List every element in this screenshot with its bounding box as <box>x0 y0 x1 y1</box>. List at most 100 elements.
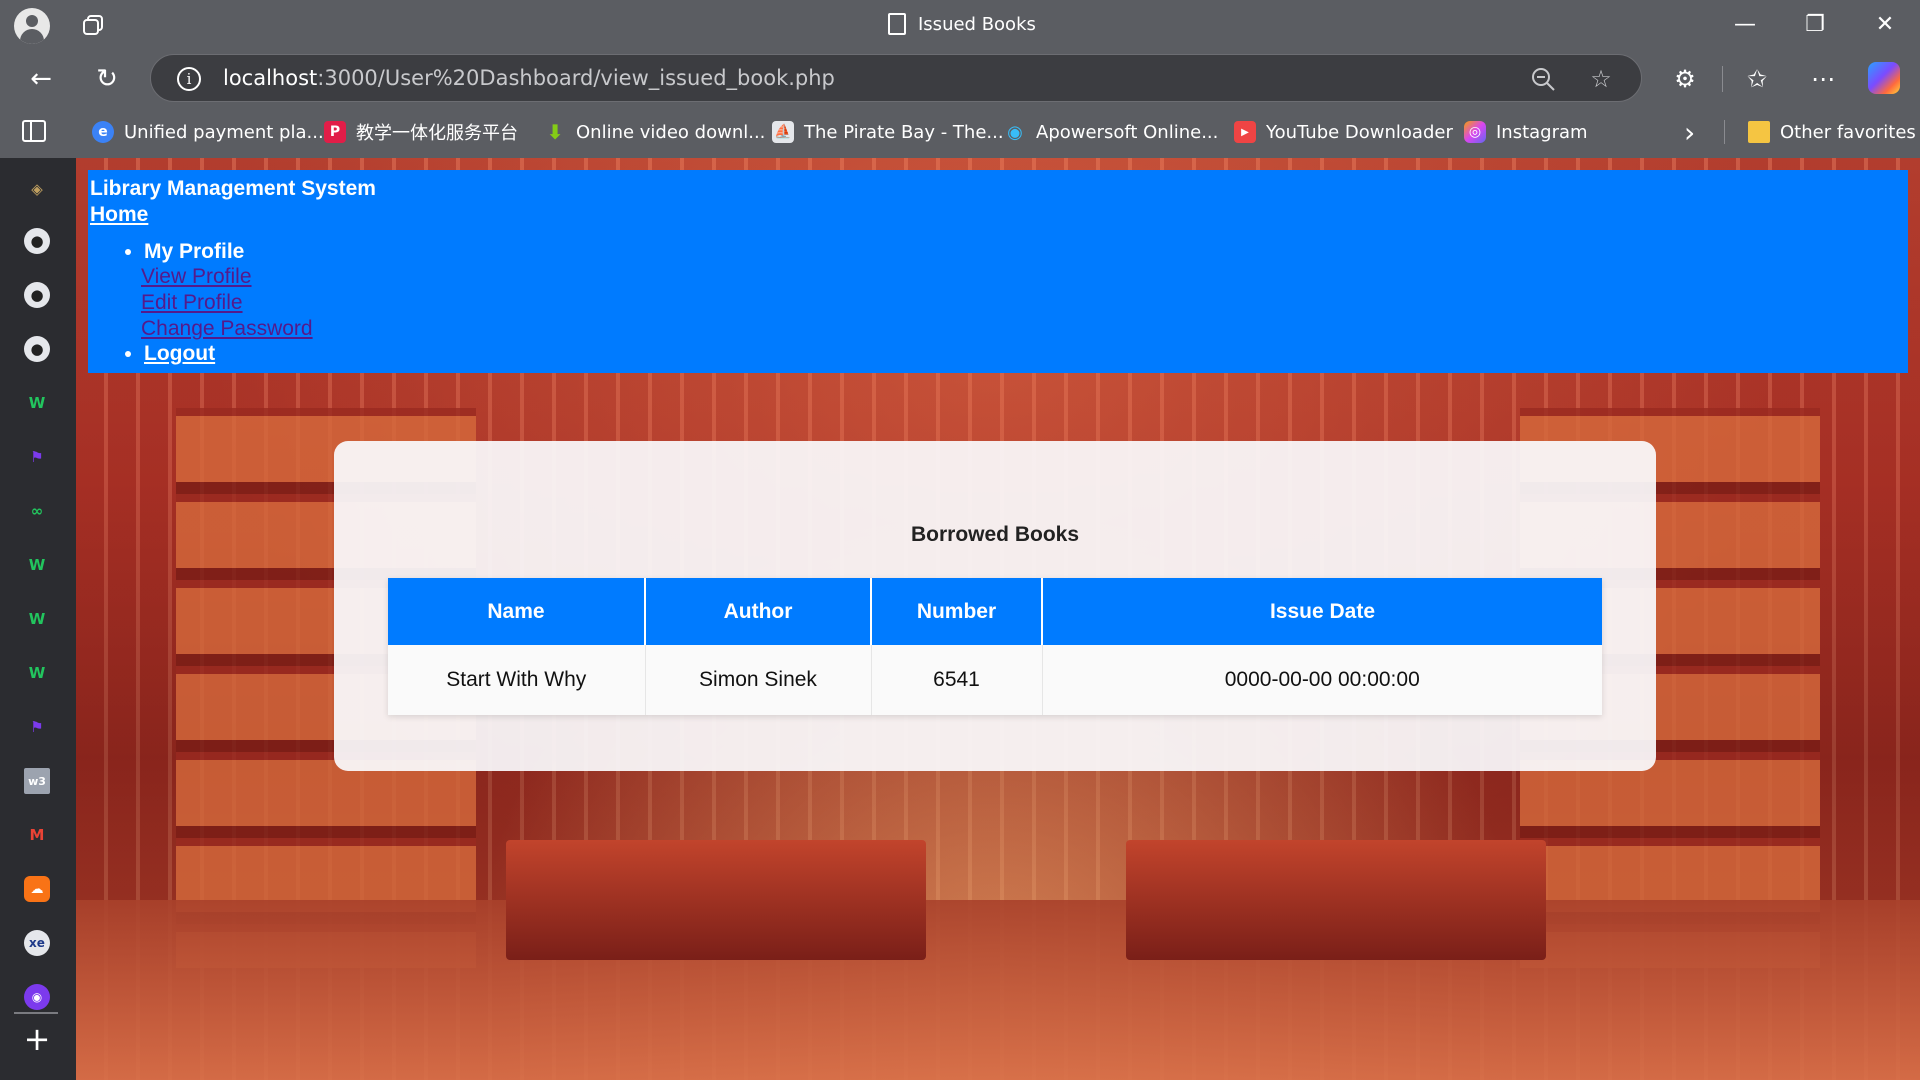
extensions-icon[interactable]: ⚙ <box>1668 62 1702 96</box>
address-bar[interactable]: i localhost:3000/User%20Dashboard/view_i… <box>150 54 1642 102</box>
bookmark-item[interactable]: ◎ Instagram <box>1464 119 1588 145</box>
other-favorites-label: Other favorites <box>1780 121 1916 143</box>
bookmark-item[interactable]: ⬇ Online video downl... <box>544 119 766 145</box>
bookmarks-divider <box>1724 120 1725 144</box>
background-floor <box>76 900 1920 1080</box>
add-sidebar-app-icon[interactable]: + <box>22 1023 52 1055</box>
zoom-out-icon[interactable] <box>1529 65 1557 93</box>
bookmark-label: YouTube Downloader <box>1266 121 1453 143</box>
bookmark-item[interactable]: ◉ Apowersoft Online... <box>1004 119 1218 145</box>
table-header-row: Name Author Number Issue Date <box>388 578 1602 645</box>
bookmark-label: Unified payment pla... <box>124 121 324 143</box>
gmail-icon[interactable]: M <box>24 822 50 848</box>
site-info-icon[interactable]: i <box>177 67 201 91</box>
p-logo-icon: P <box>324 121 346 143</box>
w-app-icon[interactable]: W <box>24 552 50 578</box>
view-profile-link[interactable]: View Profile <box>141 265 252 288</box>
tab-title-text: Issued Books <box>918 13 1036 35</box>
favorites-icon[interactable]: ✩ <box>1740 62 1774 96</box>
my-profile-heading[interactable]: My Profile <box>144 240 244 263</box>
w-app-icon[interactable]: W <box>24 606 50 632</box>
close-window-button[interactable]: ✕ <box>1870 10 1900 40</box>
more-options-icon[interactable]: ⋯ <box>1806 62 1840 96</box>
profile-submenu: View Profile Edit Profile Change Passwor… <box>141 264 1906 342</box>
payment-icon: e <box>92 121 114 143</box>
url-host: localhost <box>223 66 318 90</box>
folder-icon <box>1748 121 1770 143</box>
flag-app-icon[interactable]: ⚑ <box>24 714 50 740</box>
background-desk <box>1126 840 1546 960</box>
bookmark-item[interactable]: P 教学一体化服务平台 <box>324 119 518 145</box>
bookmarks-bar: e Unified payment pla... P 教学一体化服务平台 ⬇ O… <box>0 106 1920 158</box>
flag-app-icon[interactable]: ⚑ <box>24 444 50 470</box>
column-header-author: Author <box>645 578 872 645</box>
cell-author: Simon Sinek <box>645 645 872 715</box>
bookmark-label: Online video downl... <box>576 121 766 143</box>
youtube-icon: ▶ <box>1234 121 1256 143</box>
github-icon[interactable]: ● <box>24 282 50 308</box>
w3schools-icon[interactable]: w3 <box>24 768 50 794</box>
background-desk <box>506 840 926 960</box>
nav-menu: My Profile View Profile Edit Profile Cha… <box>141 240 1906 366</box>
brand-title: Library Management System <box>90 177 376 200</box>
download-arrow-icon: ⬇ <box>546 120 564 144</box>
cell-issue-date: 0000-00-00 00:00:00 <box>1224 668 1420 691</box>
reload-icon[interactable]: ↻ <box>90 62 124 96</box>
card-title: Borrowed Books <box>910 523 1080 546</box>
document-icon <box>888 13 906 35</box>
link-app-icon[interactable]: ∞ <box>24 498 50 524</box>
borrowed-books-card: Borrowed Books Name Author Number Issue … <box>334 441 1656 771</box>
instagram-icon: ◎ <box>1464 121 1486 143</box>
title-bar: Issued Books — ❐ ✕ <box>0 0 1920 50</box>
app-icon[interactable]: ◉ <box>24 984 50 1010</box>
site-navbar: Library Management System Home My Profil… <box>88 170 1908 373</box>
edge-sidebar: ◈ ● ● ● W ⚑ ∞ W W W ⚑ w3 M ☁ xe ◉ + <box>0 158 76 1080</box>
sidebar-divider <box>14 1012 58 1014</box>
bookmark-label: The Pirate Bay - The... <box>804 121 1004 143</box>
github-icon[interactable]: ● <box>24 336 50 362</box>
bookmark-item[interactable]: ▶ YouTube Downloader <box>1234 119 1453 145</box>
bookmark-label: Instagram <box>1496 121 1588 143</box>
my-profile-menu: My Profile View Profile Edit Profile Cha… <box>141 240 1906 342</box>
active-tab[interactable]: Issued Books <box>888 13 1036 35</box>
profile-avatar-icon[interactable] <box>14 8 50 44</box>
borrowed-books-table: Name Author Number Issue Date Start With… <box>388 578 1602 715</box>
pirate-ship-icon: ⛵ <box>772 121 794 143</box>
column-header-number: Number <box>871 578 1043 645</box>
favorite-star-icon[interactable]: ☆ <box>1587 65 1615 93</box>
tab-actions-icon[interactable] <box>82 14 104 36</box>
bookmark-item[interactable]: ⛵ The Pirate Bay - The... <box>772 119 1004 145</box>
cell-book-name: Start With Why <box>388 645 646 715</box>
sidebar-toggle-icon[interactable] <box>22 120 46 142</box>
bookmark-label: 教学一体化服务平台 <box>356 123 518 144</box>
other-favorites-folder[interactable]: Other favorites <box>1748 119 1916 145</box>
navigation-bar: ← ↻ i localhost:3000/User%20Dashboard/vi… <box>0 50 1920 106</box>
url-text[interactable]: localhost:3000/User%20Dashboard/view_iss… <box>223 66 835 90</box>
cell-number: 6541 <box>871 645 1043 715</box>
column-header-issue-date: Issue Date <box>1042 578 1602 645</box>
edit-profile-link[interactable]: Edit Profile <box>141 291 243 314</box>
home-link[interactable]: Home <box>90 200 148 230</box>
w-app-icon[interactable]: W <box>24 390 50 416</box>
back-arrow-icon[interactable]: ← <box>24 62 58 96</box>
restore-button[interactable]: ❐ <box>1800 10 1830 40</box>
bookmarks-overflow-chevron-icon[interactable]: › <box>1684 116 1695 149</box>
change-password-link[interactable]: Change Password <box>141 317 313 340</box>
xe-icon[interactable]: xe <box>24 930 50 956</box>
sidebar-app-icon[interactable]: ◈ <box>24 176 50 202</box>
copilot-icon[interactable] <box>1868 62 1900 94</box>
soundcloud-icon[interactable]: ☁ <box>24 876 50 902</box>
bookmark-item[interactable]: e Unified payment pla... <box>92 119 324 145</box>
bookmark-label: Apowersoft Online... <box>1036 121 1219 143</box>
logout-menu-item: Logout <box>144 342 1906 366</box>
w-app-icon[interactable]: W <box>24 660 50 686</box>
toolbar-divider <box>1722 66 1723 92</box>
web-page: Library Management System Home My Profil… <box>76 158 1920 1080</box>
camera-icon: ◉ <box>1007 121 1023 143</box>
minimize-button[interactable]: — <box>1730 10 1760 40</box>
table-row: Start With Why Simon Sinek 6541 0000-00-… <box>388 645 1602 715</box>
logout-link[interactable]: Logout <box>144 342 215 365</box>
github-icon[interactable]: ● <box>24 228 50 254</box>
column-header-name: Name <box>388 578 646 645</box>
url-path: :3000/User%20Dashboard/view_issued_book.… <box>317 66 835 90</box>
